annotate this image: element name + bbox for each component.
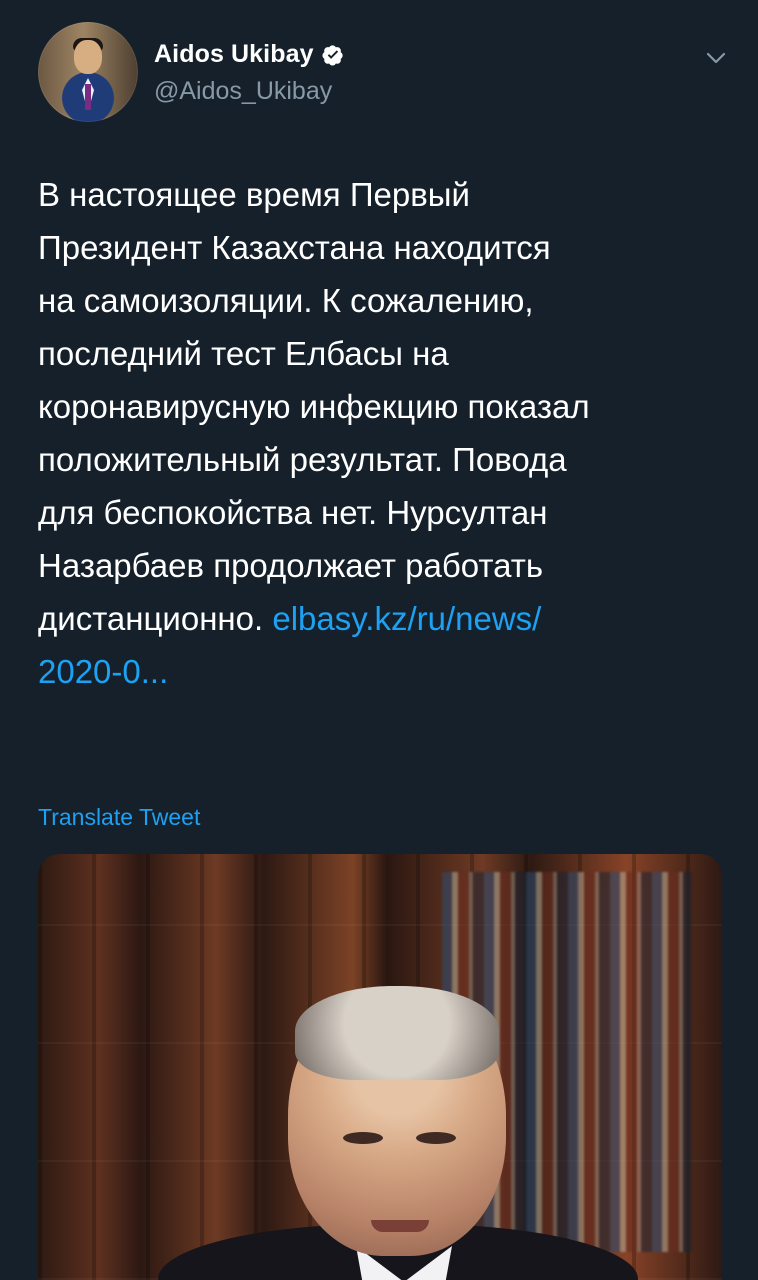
person-left-eye [343, 1132, 383, 1144]
chevron-down-icon[interactable] [704, 46, 728, 70]
person-hair [295, 986, 499, 1080]
author-display-name[interactable]: Aidos Ukibay [154, 40, 314, 69]
avatar-tie [85, 84, 91, 110]
author-handle[interactable]: @Aidos_Ukibay [154, 77, 332, 106]
tweet-text: В настоящее время Первый Президент Казах… [38, 168, 728, 698]
tweet-media-image[interactable] [38, 854, 722, 1280]
avatar[interactable] [38, 22, 138, 122]
verified-badge-icon [322, 44, 344, 66]
person-right-eye [416, 1132, 456, 1144]
author-name-row[interactable]: Aidos Ukibay [154, 40, 344, 69]
tweet-body-text: В настоящее время Первый Президент Казах… [38, 176, 590, 637]
person-mouth [371, 1220, 429, 1232]
tweet-header: Aidos Ukibay @Aidos_Ukibay [38, 22, 728, 126]
avatar-face [74, 40, 102, 74]
translate-tweet-link[interactable]: Translate Tweet [38, 804, 200, 831]
